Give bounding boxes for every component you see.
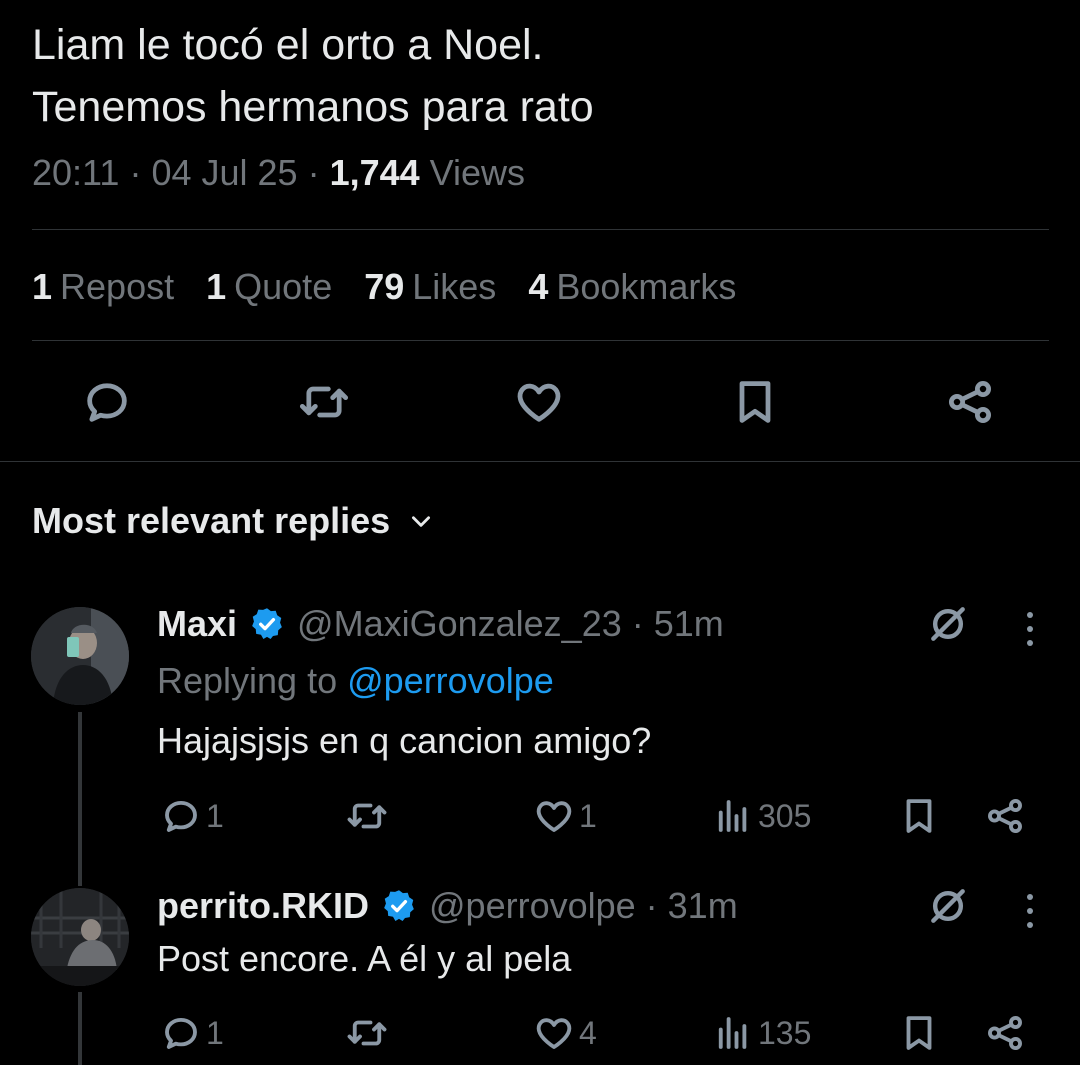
share-icon <box>988 799 1022 833</box>
tweet-date: 04 Jul 25 <box>151 152 298 193</box>
tweet-line-2: Tenemos hermanos para rato <box>32 83 594 131</box>
like-count: 1 <box>579 797 597 834</box>
reply-repost-button[interactable] <box>346 795 392 837</box>
reposts-stat[interactable]: 1 Repost <box>32 266 174 308</box>
share-icon <box>988 1016 1022 1050</box>
divider <box>32 340 1049 341</box>
tweet-stats: 1 Repost 1 Quote 79 Likes 4 Bookmarks <box>32 266 736 308</box>
reply-text: Post encore. A él y al pela <box>157 938 572 979</box>
reply-header: Maxi @MaxiGonzalez_23 · 51m <box>157 603 724 645</box>
reply-reply-button[interactable]: 1 <box>160 795 224 837</box>
reply-header: perrito.RKID @perrovolpe · 31m <box>157 885 738 927</box>
reply-share-button[interactable] <box>984 795 1026 837</box>
replies-header-label: Most relevant replies <box>32 500 391 541</box>
bookmarks-stat[interactable]: 4 Bookmarks <box>528 266 736 308</box>
like-count: 4 <box>579 1014 597 1051</box>
share-icon[interactable] <box>944 376 996 428</box>
like-icon[interactable] <box>513 376 565 428</box>
repost-icon <box>347 1020 387 1046</box>
views-icon <box>718 800 747 832</box>
tweet-meta: 20:11 · 04 Jul 25 · 1,744 Views <box>32 152 526 193</box>
more-options-icon[interactable] <box>1025 894 1035 928</box>
reply-handle[interactable]: @perrovolpe · 31m <box>429 885 738 927</box>
views-count: 135 <box>758 1014 812 1051</box>
reply-count: 1 <box>206 797 224 834</box>
reply-reply-button[interactable]: 1 <box>160 1012 224 1054</box>
reply-count: 1 <box>206 1014 224 1051</box>
reply-views-button[interactable]: 135 <box>712 1012 811 1054</box>
views-label: Views <box>429 152 526 193</box>
reply-text: Hajajsjsjs en q cancion amigo? <box>157 720 652 761</box>
bookmark-icon <box>906 1016 932 1050</box>
reply-bookmark-button[interactable] <box>898 1012 940 1054</box>
bookmark-icon <box>906 799 932 833</box>
grok-icon[interactable] <box>926 602 970 646</box>
avatar-photo <box>31 888 129 986</box>
chevron-down-icon <box>412 516 431 527</box>
verified-badge-icon <box>252 608 282 639</box>
reply-icon <box>165 1017 197 1049</box>
reply-author-name[interactable]: Maxi <box>157 603 237 645</box>
divider <box>32 229 1049 230</box>
thread-line <box>78 712 82 886</box>
more-options-icon[interactable] <box>1025 612 1035 646</box>
like-icon <box>536 1018 572 1049</box>
likes-stat[interactable]: 79 Likes <box>364 266 496 308</box>
reply-repost-button[interactable] <box>346 1012 392 1054</box>
quotes-stat[interactable]: 1 Quote <box>206 266 332 308</box>
tweet-time: 20:11 <box>32 152 120 193</box>
repost-icon[interactable] <box>298 376 350 428</box>
reply-author-name[interactable]: perrito.RKID <box>157 885 369 927</box>
replies-sort-dropdown[interactable]: Most relevant replies <box>32 500 434 542</box>
tweet-line-1: Liam le tocó el orto a Noel. <box>32 21 544 69</box>
views-icon <box>718 1017 747 1049</box>
thread-line <box>78 992 82 1065</box>
replying-to: Replying to @perrovolpe <box>157 660 554 701</box>
reply-bookmark-button[interactable] <box>898 795 940 837</box>
reply-icon[interactable] <box>81 376 133 428</box>
reply-views-button[interactable]: 305 <box>712 795 811 837</box>
verified-badge-icon <box>384 890 414 921</box>
replying-to-link[interactable]: @perrovolpe <box>347 660 554 701</box>
reply-like-button[interactable]: 4 <box>533 1012 597 1054</box>
reply-icon <box>165 800 197 832</box>
avatar[interactable] <box>31 607 129 705</box>
repost-icon <box>347 803 387 829</box>
avatar-photo <box>31 607 129 705</box>
reply-like-button[interactable]: 1 <box>533 795 597 837</box>
grok-icon[interactable] <box>926 884 970 928</box>
views-count: 1,744 <box>329 152 420 193</box>
like-icon <box>536 801 572 832</box>
reply-handle[interactable]: @MaxiGonzalez_23 · 51m <box>297 603 724 645</box>
divider <box>0 461 1080 462</box>
avatar[interactable] <box>31 888 129 986</box>
bookmark-icon[interactable] <box>729 376 781 428</box>
views-count: 305 <box>758 797 812 834</box>
reply-share-button[interactable] <box>984 1012 1026 1054</box>
tweet-text: Liam le tocó el orto a Noel. Tenemos her… <box>32 14 594 138</box>
